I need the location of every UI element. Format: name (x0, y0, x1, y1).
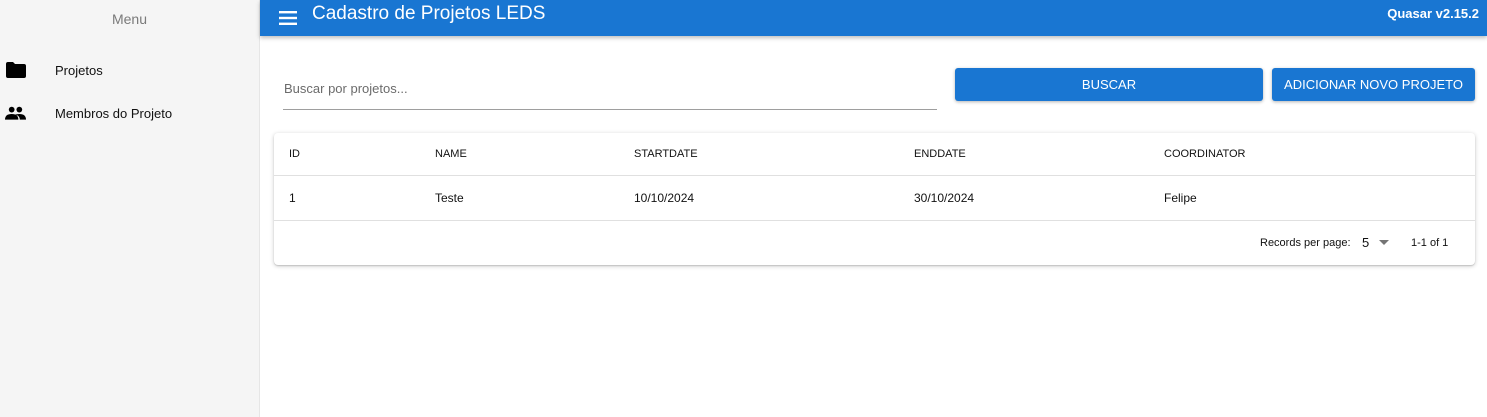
search-input[interactable] (283, 68, 937, 108)
page-title: Cadastro de Projetos LEDS (312, 3, 546, 24)
caret-down-icon (1379, 239, 1390, 245)
search-field (283, 68, 937, 110)
search-button[interactable]: BUSCAR (955, 68, 1263, 101)
table-row[interactable]: 1 Teste 10/10/2024 30/10/2024 Felipe (274, 176, 1475, 221)
column-header-coordinator[interactable]: COORDINATOR (1164, 133, 1246, 175)
pagination-info: 1-1 of 1 (1411, 237, 1449, 249)
column-header-name[interactable]: NAME (435, 133, 467, 175)
sidebar-item-label: Projetos (55, 62, 103, 78)
column-header-id[interactable]: ID (289, 133, 300, 175)
cell-coordinator: Felipe (1164, 191, 1197, 205)
add-project-button[interactable]: ADICIONAR NOVO PROJETO (1272, 68, 1475, 101)
sidebar: Menu Projetos Membros do Projeto (0, 0, 260, 417)
table-footer: Records per page: 5 1-1 of 1 (274, 221, 1475, 265)
menu-icon[interactable] (276, 6, 300, 30)
projects-table: ID NAME STARTDATE ENDDATE COORDINATOR 1 … (274, 133, 1475, 265)
records-per-page-select[interactable]: 5 (1362, 231, 1398, 253)
records-per-page-label: Records per page: (1260, 237, 1351, 249)
cell-id: 1 (289, 191, 296, 205)
app-header: Cadastro de Projetos LEDS Quasar v2.15.2 (260, 0, 1487, 36)
people-icon (5, 103, 26, 124)
column-header-startdate[interactable]: STARTDATE (634, 133, 698, 175)
cell-name: Teste (435, 191, 464, 205)
sidebar-title: Menu (111, 11, 148, 27)
cell-enddate: 30/10/2024 (914, 191, 975, 205)
records-per-page-value: 5 (1362, 234, 1370, 250)
version-label: Quasar v2.15.2 (1387, 6, 1479, 21)
folder-icon (5, 60, 26, 81)
sidebar-item-projetos[interactable]: Projetos (0, 49, 259, 91)
column-header-enddate[interactable]: ENDDATE (914, 133, 966, 175)
cell-startdate: 10/10/2024 (634, 191, 695, 205)
table-header-row: ID NAME STARTDATE ENDDATE COORDINATOR (274, 133, 1475, 176)
sidebar-item-label: Membros do Projeto (55, 105, 173, 121)
sidebar-item-membros[interactable]: Membros do Projeto (0, 92, 259, 134)
